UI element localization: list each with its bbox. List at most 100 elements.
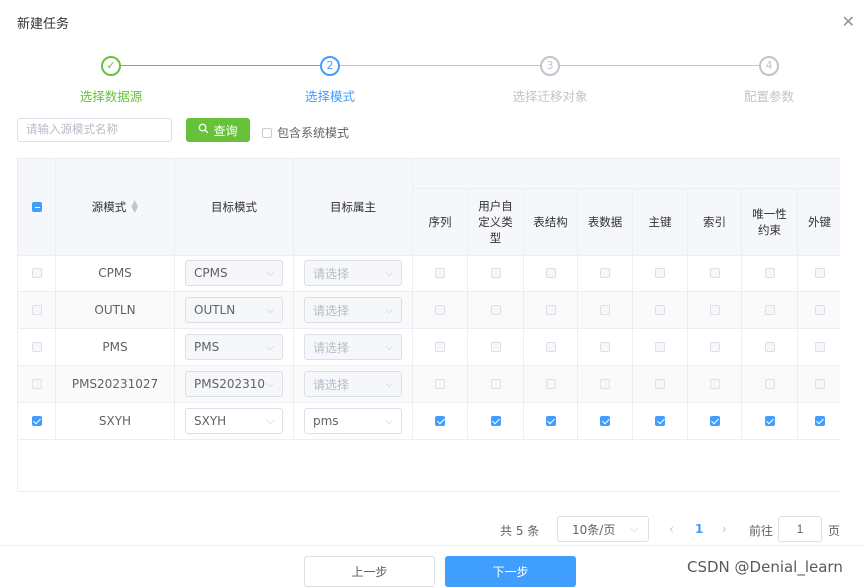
unique-checkbox[interactable] [764,416,775,426]
table-row: SXYH SXYH ⌵ pms ⌵ [18,403,840,440]
table-structure-checkbox[interactable] [545,305,556,315]
foreign-key-cell [798,292,840,328]
sequence-checkbox[interactable] [435,416,445,426]
pagination-total: 共 5 条 [500,524,540,538]
next-step-button[interactable]: 下一步 [445,556,576,587]
chevron-down-icon: ⌵ [630,523,638,535]
index-cell [688,366,742,402]
page-size-select[interactable]: 10条/页 ⌵ [557,516,649,542]
include-system-label: 包含系统模式 [277,126,350,140]
query-button[interactable]: 查询 [186,118,250,142]
page-number[interactable]: 1 [695,522,703,536]
sequence-checkbox[interactable] [435,379,445,389]
user-type-checkbox[interactable] [490,305,501,315]
user-type-checkbox[interactable] [490,342,501,352]
primary-key-cell [633,329,688,365]
step-label: 选择模式 [304,89,355,104]
primary-key-checkbox[interactable] [655,416,665,426]
primary-key-cell [633,255,688,291]
table-data-checkbox[interactable] [600,268,610,278]
index-checkbox[interactable] [709,305,720,315]
foreign-key-checkbox[interactable] [814,268,825,278]
target-schema-select[interactable]: PMS ⌵ [185,334,283,360]
target-owner-select[interactable]: pms ⌵ [304,408,402,434]
table-data-checkbox[interactable] [600,305,610,315]
close-icon[interactable]: ✕ [842,12,855,31]
row-select-cell [18,403,56,439]
target-schema-select[interactable]: PMS20231027⌵ [185,371,283,397]
foreign-key-checkbox[interactable] [814,305,825,315]
prev-page-icon[interactable]: ‹ [669,522,674,536]
unique-checkbox[interactable] [764,342,775,352]
foreign-key-checkbox[interactable] [814,379,825,389]
row-checkbox[interactable] [31,416,42,426]
chevron-down-icon: ⌵ [385,378,393,390]
unique-checkbox[interactable] [764,268,775,278]
unique-checkbox[interactable] [764,305,775,315]
search-input[interactable] [17,118,172,142]
table-data-checkbox[interactable] [600,342,610,352]
table-structure-checkbox[interactable] [545,379,556,389]
row-checkbox[interactable] [31,379,42,389]
foreign-key-cell [798,329,840,365]
user-type-checkbox[interactable] [490,268,501,278]
target-owner-cell: 请选择 ⌵ [294,366,413,402]
target-schema-select[interactable]: OUTLN ⌵ [185,297,283,323]
unique-cell [742,255,798,291]
prev-step-button[interactable]: 上一步 [304,556,435,587]
target-owner-select[interactable]: 请选择 ⌵ [304,334,402,360]
header-user-type: 用户自定义类型 [468,189,524,255]
source-schema-cell: CPMS [56,255,175,291]
table-structure-checkbox[interactable] [545,342,556,352]
index-checkbox[interactable] [709,416,720,426]
table-structure-checkbox[interactable] [545,416,556,426]
check-icon: ✓ [101,56,121,76]
sort-icon[interactable]: ▲ ▼ [131,200,138,215]
table-data-cell [578,366,633,402]
index-checkbox[interactable] [709,342,720,352]
user-type-checkbox[interactable] [490,416,501,426]
dialog-title: 新建任务 [17,17,70,32]
target-schema-select[interactable]: CPMS ⌵ [185,260,283,286]
row-checkbox[interactable] [31,342,42,352]
source-schema-cell: PMS20231027 [56,366,175,402]
primary-key-checkbox[interactable] [655,379,665,389]
select-all-checkbox[interactable] [31,202,42,212]
row-checkbox[interactable] [31,305,42,315]
table-structure-checkbox[interactable] [545,268,556,278]
primary-key-checkbox[interactable] [655,342,665,352]
table-row: PMS PMS ⌵ 请选择 ⌵ [18,329,840,366]
target-owner-select[interactable]: 请选择 ⌵ [304,260,402,286]
foreign-key-checkbox[interactable] [814,416,825,426]
foreign-key-checkbox[interactable] [814,342,825,352]
header-source-schema[interactable]: 源模式 ▲ ▼ [56,159,175,255]
unique-checkbox[interactable] [764,379,775,389]
table-data-cell [578,292,633,328]
target-owner-select[interactable]: 请选择 ⌵ [304,371,402,397]
step-config-params: 4 配置参数 [689,56,849,105]
user-type-cell [468,403,524,439]
step-label: 配置参数 [743,89,794,104]
sequence-checkbox[interactable] [435,268,445,278]
goto-page-input[interactable] [778,516,822,542]
target-owner-select[interactable]: 请选择 ⌵ [304,297,402,323]
table-data-checkbox[interactable] [600,379,610,389]
index-checkbox[interactable] [709,379,720,389]
source-schema-cell: SXYH [56,403,175,439]
row-checkbox[interactable] [31,268,42,278]
target-schema-cell: PMS ⌵ [175,329,294,365]
user-type-checkbox[interactable] [490,379,501,389]
include-system-checkbox[interactable]: 包含系统模式 [262,124,349,141]
sequence-checkbox[interactable] [435,342,445,352]
primary-key-checkbox[interactable] [655,268,665,278]
index-checkbox[interactable] [709,268,720,278]
primary-key-checkbox[interactable] [655,305,665,315]
next-page-icon[interactable]: › [722,522,727,536]
index-cell [688,403,742,439]
header-index: 索引 [688,189,742,255]
table-data-checkbox[interactable] [600,416,610,426]
target-schema-select[interactable]: SXYH ⌵ [185,408,283,434]
checkbox-box[interactable] [262,127,272,138]
chevron-down-icon: ⌵ [385,341,393,353]
sequence-checkbox[interactable] [435,305,445,315]
